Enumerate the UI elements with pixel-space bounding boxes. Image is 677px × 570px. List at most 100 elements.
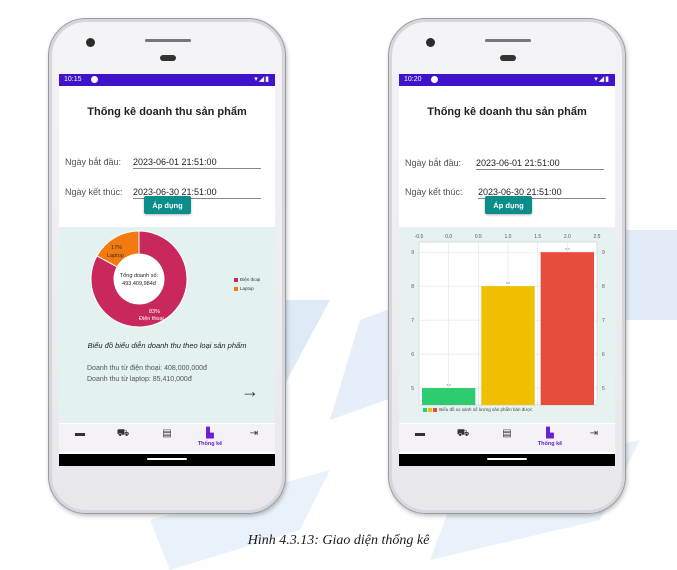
sensor bbox=[500, 55, 516, 61]
figure-caption: Hình 4.3.13: Giao diện thống kê bbox=[247, 533, 430, 548]
status-bar: 10:20 ▾◢▮ bbox=[399, 74, 615, 86]
y-tick-label-left: 9 bbox=[411, 250, 414, 256]
revenue-laptop-text: Doanh thu từ laptop: 85,410,000đ bbox=[87, 376, 192, 383]
end-date-label: Ngày kết thúc: bbox=[405, 187, 463, 197]
y-tick-label-right: 8 bbox=[602, 284, 605, 290]
x-tick-label: 1.5 bbox=[534, 234, 541, 240]
bar bbox=[540, 252, 595, 405]
home-pill[interactable] bbox=[487, 458, 527, 460]
nav-statistics-label: Thống kê bbox=[197, 441, 223, 447]
slice-label-phone-percent: 83% bbox=[149, 309, 160, 315]
donut-center-value: 493,409,984đ bbox=[122, 281, 157, 287]
chat-icon: ▬ bbox=[75, 428, 85, 439]
legend-swatch-red bbox=[433, 407, 437, 412]
page-title: Thống kê doanh thu sản phẩm bbox=[87, 106, 247, 118]
nav-list[interactable]: ▤ bbox=[153, 428, 181, 450]
revenue-phone-text: Doanh thu từ điện thoại: 408,000,000đ bbox=[87, 365, 207, 372]
slice-label-laptop-name: Laptop bbox=[107, 253, 124, 259]
camera bbox=[426, 38, 435, 47]
camera bbox=[86, 38, 95, 47]
bar-value-label: 9.0 bbox=[565, 247, 570, 251]
y-tick-label-right: 5 bbox=[602, 386, 605, 392]
legend-swatch-phone bbox=[234, 277, 238, 282]
nav-bag[interactable]: ⛟ bbox=[109, 428, 137, 450]
x-tick-label: 2.0 bbox=[564, 234, 571, 240]
bottom-navigation: ▬ ⛟ ▤ ▙ Thống kê ⇥ bbox=[399, 424, 615, 452]
status-time: 10:15 bbox=[64, 76, 82, 83]
screen-right: 10:20 ▾◢▮ Thống kê doanh thu sản phẩm Ng… bbox=[399, 74, 615, 466]
chat-icon: ▬ bbox=[415, 428, 425, 439]
x-tick-label: 2.5 bbox=[594, 234, 601, 240]
system-nav-bar bbox=[399, 454, 615, 466]
google-icon bbox=[91, 76, 98, 83]
y-tick-label-left: 7 bbox=[411, 318, 414, 324]
bag-icon: ⛟ bbox=[456, 428, 470, 439]
legend-item-laptop: Laptop bbox=[234, 286, 254, 291]
bar-chart-icon: ▙ bbox=[546, 428, 554, 439]
speaker bbox=[485, 39, 531, 42]
nav-statistics[interactable]: ▙ Thống kê bbox=[196, 428, 224, 450]
bag-icon: ⛟ bbox=[116, 428, 130, 439]
home-pill[interactable] bbox=[147, 458, 187, 460]
x-tick-label: 1.0 bbox=[505, 234, 512, 240]
status-bar: 10:15 ▾◢▮ bbox=[59, 74, 275, 86]
system-nav-bar bbox=[59, 454, 275, 466]
list-icon: ▤ bbox=[162, 428, 172, 439]
nav-logout[interactable]: ⇥ bbox=[580, 428, 608, 450]
legend-item-phone: Điện thoại bbox=[234, 277, 260, 282]
start-date-input[interactable]: 2023-06-01 21:51:00 bbox=[133, 157, 261, 169]
nav-list[interactable]: ▤ bbox=[493, 428, 521, 450]
donut-caption: Biểu đồ biểu diễn doanh thu theo loại sả… bbox=[87, 341, 247, 350]
logout-icon: ⇥ bbox=[249, 428, 259, 439]
bottom-navigation: ▬ ⛟ ▤ ▙ Thống kê ⇥ bbox=[59, 424, 275, 452]
y-tick-label-left: 8 bbox=[411, 284, 414, 290]
y-tick-label-left: 6 bbox=[411, 352, 414, 358]
signal-battery-icon: ▾◢▮ bbox=[254, 76, 270, 83]
y-tick-label-right: 6 bbox=[602, 352, 605, 358]
phone-right: 10:20 ▾◢▮ Thống kê doanh thu sản phẩm Ng… bbox=[388, 18, 626, 514]
start-date-label: Ngày bắt đầu: bbox=[405, 158, 462, 168]
x-tick-label: 0.0 bbox=[445, 234, 452, 240]
legend-swatch-laptop bbox=[234, 286, 238, 291]
y-tick-label-right: 9 bbox=[602, 250, 605, 256]
start-date-input[interactable]: 2023-06-01 21:51:00 bbox=[476, 158, 604, 170]
legend-label-laptop: Laptop bbox=[240, 286, 254, 291]
bar-chart-icon: ▙ bbox=[206, 428, 214, 439]
donut-hole bbox=[114, 254, 164, 304]
screen-left: 10:15 ▾◢▮ Thống kê doanh thu sản phẩm Ng… bbox=[59, 74, 275, 466]
x-tick-label: 0.5 bbox=[475, 234, 482, 240]
start-date-label: Ngày bắt đầu: bbox=[65, 157, 122, 167]
list-icon: ▤ bbox=[502, 428, 512, 439]
y-tick-label-left: 5 bbox=[411, 386, 414, 392]
y-tick-label-right: 7 bbox=[602, 318, 605, 324]
nav-chat[interactable]: ▬ bbox=[66, 428, 94, 450]
signal-battery-icon: ▾◢▮ bbox=[594, 76, 610, 83]
sensor bbox=[160, 55, 176, 61]
nav-statistics[interactable]: ▙ Thống kê bbox=[536, 428, 564, 450]
logout-icon: ⇥ bbox=[589, 428, 599, 439]
nav-bag[interactable]: ⛟ bbox=[449, 428, 477, 450]
bar bbox=[481, 286, 535, 405]
bar-chart-legend: Biểu đồ so sánh số lượng sản phẩm bán đư… bbox=[423, 407, 533, 412]
bar-value-label: 8.0 bbox=[506, 281, 511, 285]
x-tick-label: -0.5 bbox=[415, 234, 424, 240]
bar bbox=[421, 388, 476, 405]
google-icon bbox=[431, 76, 438, 83]
status-time: 10:20 bbox=[404, 76, 422, 83]
bar-chart-legend-text: Biểu đồ so sánh số lượng sản phẩm bán đư… bbox=[439, 407, 533, 412]
nav-logout[interactable]: ⇥ bbox=[240, 428, 268, 450]
speaker bbox=[145, 39, 191, 42]
apply-button[interactable]: Áp dụng bbox=[485, 196, 532, 214]
legend-label-phone: Điện thoại bbox=[240, 277, 261, 282]
nav-statistics-label: Thống kê bbox=[537, 441, 563, 447]
next-arrow-icon[interactable]: → bbox=[241, 382, 259, 400]
end-date-label: Ngày kết thúc: bbox=[65, 187, 123, 197]
bar-chart: -0.5 0.0 0.5 1.0 1.5 2.0 2.5 5 5 6 6 7 7 8 8 9 9 5.0 8.0 9.… bbox=[411, 234, 605, 406]
bar-chart-area: -0.5 0.0 0.5 1.0 1.5 2.0 2.5 5 5 6 6 7 7 8 8 9 9 5.0 8.0 9.… bbox=[399, 227, 615, 423]
apply-button[interactable]: Áp dụng bbox=[144, 196, 191, 214]
slice-label-laptop-percent: 17% bbox=[111, 245, 122, 251]
legend-swatch-yellow bbox=[428, 407, 432, 412]
nav-chat[interactable]: ▬ bbox=[406, 428, 434, 450]
bar-value-label: 5.0 bbox=[447, 383, 452, 387]
donut-center-label: Tổng doanh số: bbox=[120, 272, 159, 279]
